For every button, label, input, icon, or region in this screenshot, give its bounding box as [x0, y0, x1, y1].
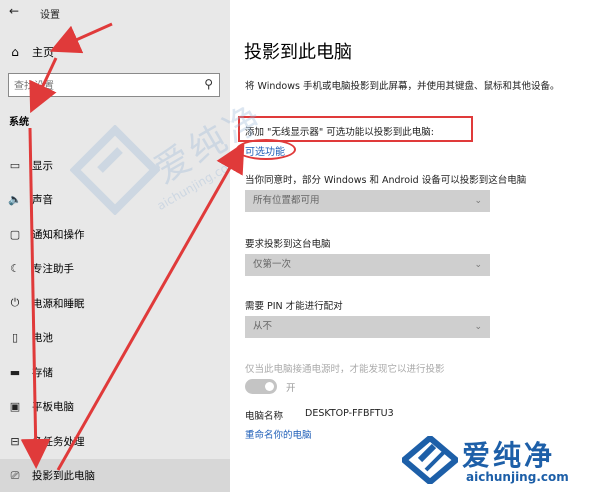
page-title: 投影到此电脑 — [244, 42, 352, 63]
allow-projection-label: 当你同意时，部分 Windows 和 Android 设备可以投影到这台电脑 — [245, 175, 527, 186]
sidebar-item-multitasking[interactable]: ⊟ 多任务处理 — [0, 424, 230, 459]
window-title: 设置 — [40, 10, 60, 21]
sidebar-item-storage[interactable]: ▬ 存储 — [0, 355, 230, 390]
toggle-state-label: 开 — [286, 383, 296, 394]
sidebar-item-power[interactable]: ⏻ 电源和睡眠 — [0, 286, 230, 321]
sidebar-item-home[interactable]: ⌂ 主页 — [8, 42, 54, 62]
brand-logo-icon — [402, 436, 458, 484]
sidebar-item-label: 存储 — [32, 366, 53, 379]
toggle-knob — [265, 382, 274, 391]
pin-select[interactable]: 从不 ⌄ — [245, 316, 490, 338]
sound-icon: 🔈 — [8, 193, 22, 207]
sidebar-item-display[interactable]: ▭ 显示 — [0, 148, 230, 183]
sidebar-item-label: 通知和操作 — [32, 228, 85, 241]
back-arrow-icon[interactable]: ← — [9, 4, 19, 18]
brand-name: 爱纯净 — [462, 439, 556, 472]
main-panel: 投影到此电脑 将 Windows 手机或电脑投影到此屏幕，并使用其键盘、鼠标和其… — [230, 0, 600, 492]
ask-projection-select[interactable]: 仅第一次 ⌄ — [245, 254, 490, 276]
multitasking-icon: ⊟ — [10, 434, 20, 448]
add-feature-hint: 添加 "无线显示器" 可选功能以投影到此电脑: — [245, 127, 434, 138]
sidebar-item-label: 平板电脑 — [32, 401, 74, 414]
chevron-down-icon: ⌄ — [474, 260, 482, 270]
project-icon: ⎚ — [10, 468, 20, 482]
tablet-icon: ▣ — [9, 400, 21, 414]
notification-icon: ▢ — [9, 227, 21, 241]
sidebar-item-tablet[interactable]: ▣ 平板电脑 — [0, 390, 230, 425]
pin-label: 需要 PIN 才能进行配对 — [245, 301, 343, 312]
rename-pc-link[interactable]: 重命名你的电脑 — [245, 427, 312, 441]
home-label: 主页 — [32, 46, 54, 59]
ask-projection-label: 要求投影到这台电脑 — [245, 239, 331, 250]
power-only-toggle[interactable] — [245, 379, 277, 394]
sidebar-item-label: 多任务处理 — [32, 435, 85, 448]
brand-url: aichunjing.com — [466, 470, 569, 484]
display-icon: ▭ — [9, 158, 21, 172]
battery-icon: ▯ — [11, 331, 19, 345]
sidebar-item-battery[interactable]: ▯ 电池 — [0, 321, 230, 356]
sidebar-item-focus-assist[interactable]: ☾ 专注助手 — [0, 252, 230, 287]
sidebar-item-notifications[interactable]: ▢ 通知和操作 — [0, 217, 230, 252]
chevron-down-icon: ⌄ — [474, 196, 482, 206]
power-only-label: 仅当此电脑接通电源时，才能发现它以进行投影 — [245, 364, 445, 375]
sidebar-nav: ▭ 显示 🔈 声音 ▢ 通知和操作 ☾ 专注助手 ⏻ 电源和睡眠 ▯ 电池 ▬ … — [0, 148, 230, 492]
storage-icon: ▬ — [9, 365, 21, 379]
sidebar-item-sound[interactable]: 🔈 声音 — [0, 183, 230, 218]
pc-name-value: DESKTOP-FFBFTU3 — [305, 408, 394, 419]
home-icon: ⌂ — [11, 45, 19, 59]
brand-logo: 爱纯净 aichunjing.com — [398, 432, 594, 488]
chevron-down-icon: ⌄ — [474, 322, 482, 332]
focus-assist-icon: ☾ — [10, 262, 20, 276]
sidebar-item-label: 专注助手 — [32, 263, 74, 276]
power-icon: ⏻ — [10, 296, 20, 310]
sidebar-item-label: 电源和睡眠 — [32, 297, 85, 310]
sidebar-item-label: 电池 — [32, 332, 53, 345]
allow-projection-value: 所有位置都可用 — [253, 195, 320, 206]
allow-projection-select[interactable]: 所有位置都可用 ⌄ — [245, 190, 490, 212]
sidebar: ← 设置 ⌂ 主页 ⚲ 系统 ▭ 显示 🔈 声音 ▢ 通知和操作 ☾ 专注助手 … — [0, 0, 230, 492]
sidebar-item-label: 声音 — [32, 194, 53, 207]
optional-features-link[interactable]: 可选功能 — [245, 143, 285, 158]
sidebar-item-label: 投影到此电脑 — [32, 470, 95, 483]
search-icon[interactable]: ⚲ — [204, 77, 213, 91]
section-title: 系统 — [9, 117, 29, 128]
search-input[interactable] — [9, 75, 189, 98]
pc-name-label: 电脑名称 — [245, 411, 284, 422]
search-box[interactable]: ⚲ — [8, 73, 220, 98]
pin-value: 从不 — [253, 321, 273, 332]
sidebar-item-project[interactable]: ⎚ 投影到此电脑 — [0, 458, 230, 492]
sidebar-item-label: 显示 — [32, 159, 53, 172]
page-description: 将 Windows 手机或电脑投影到此屏幕，并使用其键盘、鼠标和其他设备。 — [245, 81, 560, 92]
ask-projection-value: 仅第一次 — [253, 259, 292, 270]
